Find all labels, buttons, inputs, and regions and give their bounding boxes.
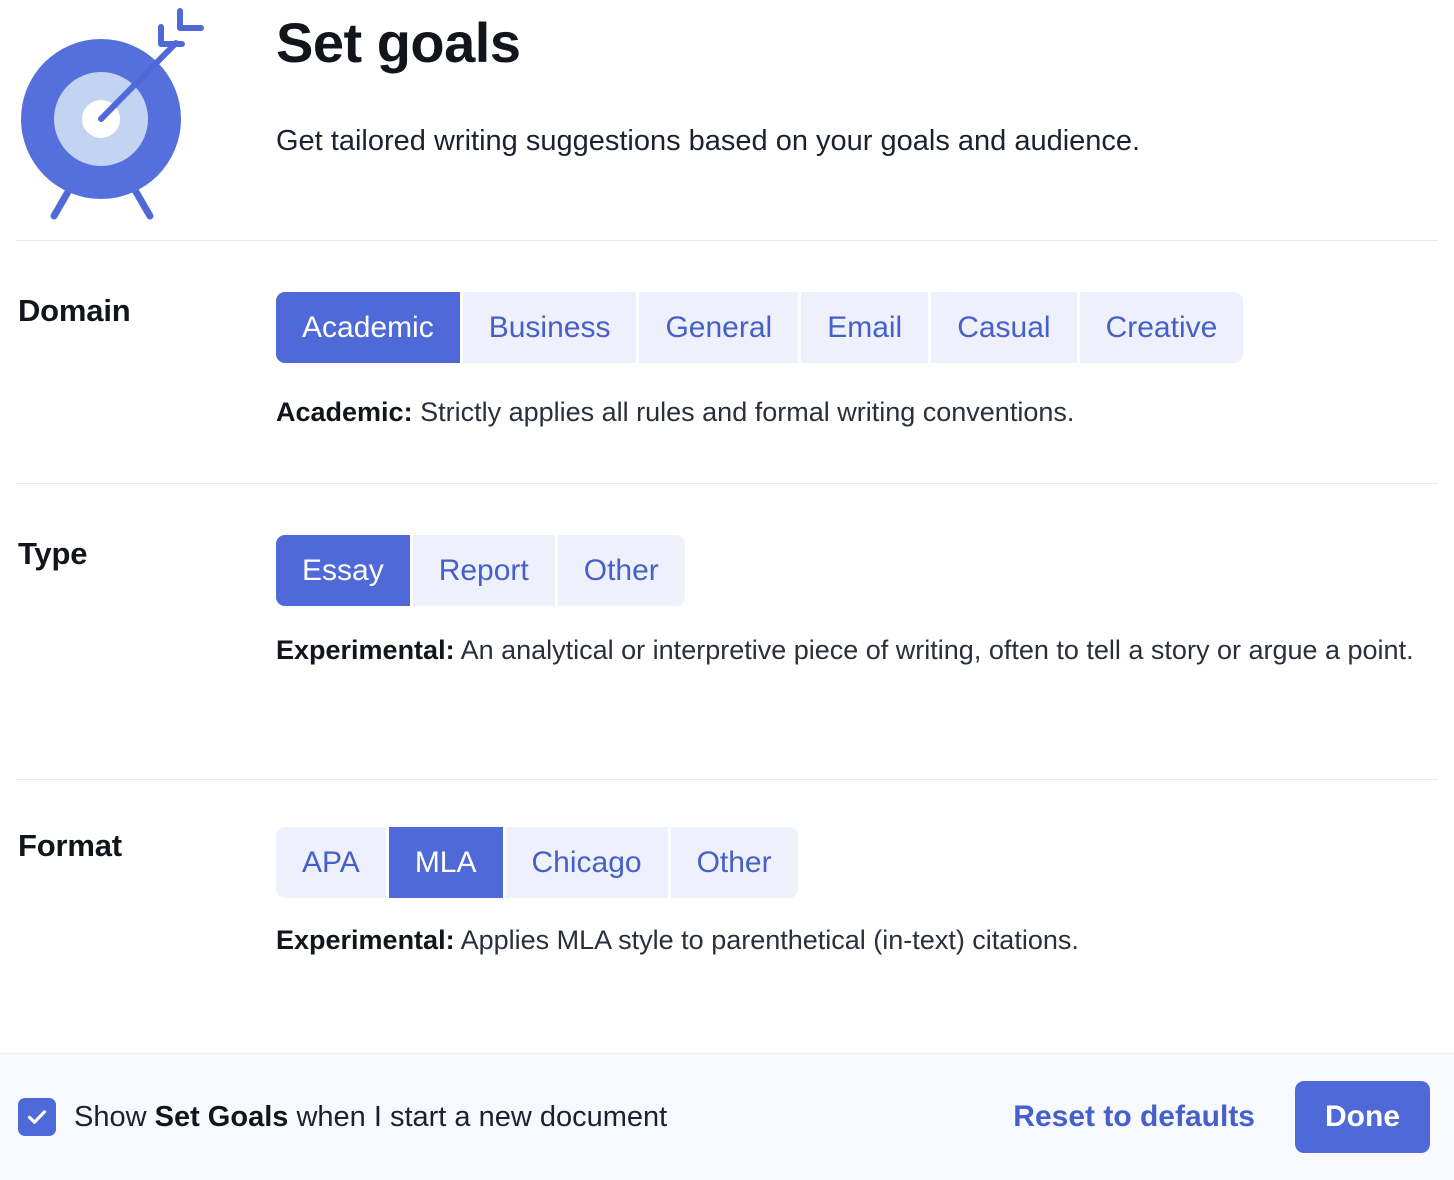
type-option-essay[interactable]: Essay [276,535,410,606]
checkbox-label-post: when I start a new document [288,1100,668,1133]
type-option-group: Essay Report Other [276,535,685,606]
domain-option-email[interactable]: Email [801,292,929,363]
type-description: Experimental: An analytical or interpret… [276,627,1430,674]
checkbox-label-pre: Show [74,1100,155,1133]
section-type: Type Essay Report Other Experimental: An… [0,484,1454,779]
section-label-type: Type [18,536,88,571]
format-option-apa[interactable]: APA [276,827,386,898]
target-bullseye-arrow-icon [8,2,224,224]
set-goals-dialog: Set goals Get tailored writing suggestio… [0,0,1454,1180]
show-set-goals-checkbox-row[interactable]: Show Set Goals when I start a new docume… [18,1098,667,1136]
domain-description-lead: Academic: [276,397,413,427]
type-option-report[interactable]: Report [412,535,555,606]
check-icon [25,1105,49,1129]
page-title: Set goals [276,11,521,74]
section-label-domain: Domain [18,293,131,328]
type-description-lead: Experimental: [276,635,455,665]
format-description-lead: Experimental: [276,925,455,955]
format-option-mla[interactable]: MLA [388,827,503,898]
dialog-header: Set goals Get tailored writing suggestio… [0,0,1454,240]
format-option-chicago[interactable]: Chicago [505,827,668,898]
type-option-other[interactable]: Other [557,535,685,606]
reset-to-defaults-button[interactable]: Reset to defaults [1009,1090,1259,1144]
type-description-rest: An analytical or interpretive piece of w… [454,635,1414,665]
header-text-block: Set goals Get tailored writing suggestio… [276,0,1414,161]
show-set-goals-checkbox[interactable] [18,1098,56,1136]
format-description-rest: Applies MLA style to parenthetical (in-t… [454,925,1079,955]
domain-option-general[interactable]: General [639,292,799,363]
dialog-footer: Show Set Goals when I start a new docume… [0,1053,1454,1180]
section-format: Format APA MLA Chicago Other Experimenta… [0,780,1454,1023]
domain-description: Academic: Strictly applies all rules and… [276,389,1430,436]
domain-option-group: Academic Business General Email Casual C… [276,292,1244,363]
format-option-other[interactable]: Other [670,827,798,898]
done-button[interactable]: Done [1295,1081,1430,1153]
format-description: Experimental: Applies MLA style to paren… [276,917,1430,964]
format-option-group: APA MLA Chicago Other [276,827,798,898]
domain-option-casual[interactable]: Casual [931,292,1077,363]
domain-option-creative[interactable]: Creative [1079,292,1244,363]
section-label-format: Format [18,828,122,863]
domain-description-rest: Strictly applies all rules and formal wr… [412,397,1075,427]
page-subtitle: Get tailored writing suggestions based o… [276,125,1141,157]
domain-option-business[interactable]: Business [462,292,637,363]
domain-option-academic[interactable]: Academic [276,292,460,363]
bottom-spacer [0,1023,1454,1053]
show-set-goals-label: Show Set Goals when I start a new docume… [74,1101,667,1134]
section-domain: Domain Academic Business General Email C… [0,241,1454,483]
checkbox-label-bold: Set Goals [154,1100,289,1133]
